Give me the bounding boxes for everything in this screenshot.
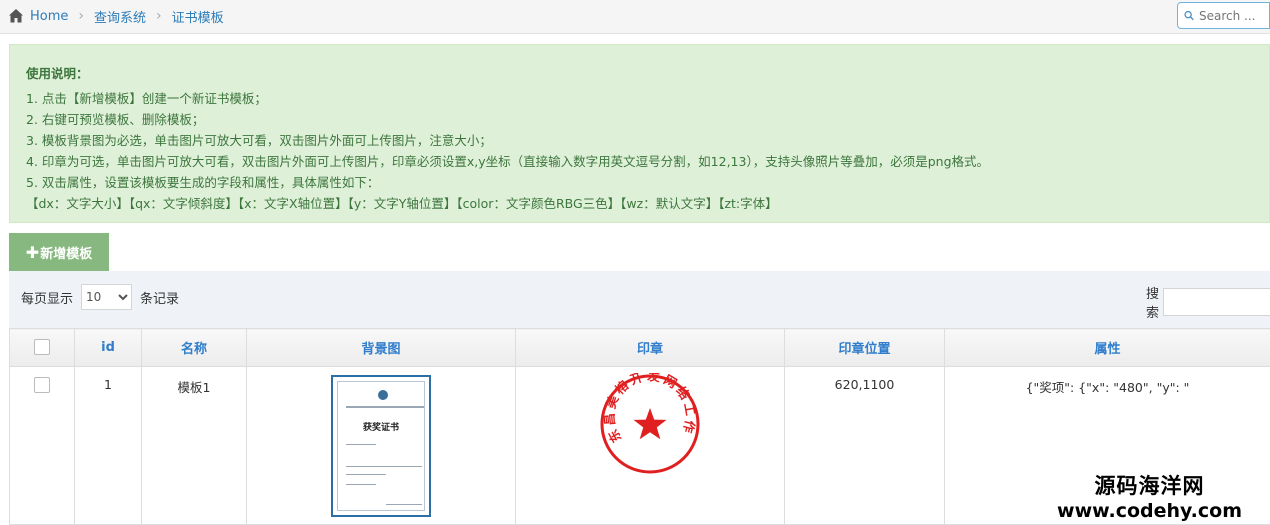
chevron-right-icon: › bbox=[156, 8, 162, 24]
column-header-background[interactable]: 背景图 bbox=[247, 329, 516, 367]
red-seal-stamp[interactable]: 东昌美榕开发网络工作室 bbox=[599, 373, 701, 475]
plus-icon: ✚ bbox=[26, 243, 39, 262]
certificate-text-line bbox=[346, 474, 386, 475]
badge-icon bbox=[378, 390, 388, 400]
certificate-text-line bbox=[346, 444, 376, 445]
column-header-attributes[interactable]: 属性 bbox=[945, 329, 1270, 367]
add-template-label: 新增模板 bbox=[40, 243, 92, 262]
table-controls: 每页显示 10 条记录 搜索 bbox=[9, 271, 1270, 328]
row-checkbox[interactable] bbox=[34, 377, 50, 393]
notice-line: 3. 模板背景图为必选，单击图片可放大可看，双击图片外面可上传图片，注意大小； bbox=[26, 130, 1253, 151]
watermark-cn: 源码海洋网 bbox=[1057, 470, 1242, 500]
cell-seal[interactable]: 东昌美榕开发网络工作室 bbox=[516, 367, 785, 525]
nav-search bbox=[1177, 2, 1270, 29]
column-header-seal[interactable]: 印章 bbox=[516, 329, 785, 367]
notice-line: 2. 右键可预览模板、删除模板； bbox=[26, 109, 1253, 130]
table-header-row: id 名称 背景图 印章 印章位置 属性 bbox=[10, 329, 1270, 367]
breadcrumb-home-link[interactable]: Home bbox=[30, 9, 68, 24]
breadcrumb-current[interactable]: 证书模板 bbox=[172, 7, 224, 26]
search-label: 搜索 bbox=[1146, 283, 1159, 321]
certificate-frame: 获奖证书 bbox=[337, 381, 425, 511]
cell-name: 模板1 bbox=[142, 367, 247, 525]
breadcrumb: Home › 查询系统 › 证书模板 bbox=[8, 6, 224, 26]
per-page-prefix: 每页显示 bbox=[21, 288, 73, 307]
per-page-suffix: 条记录 bbox=[140, 288, 179, 307]
row-select-cell[interactable] bbox=[10, 367, 75, 525]
page-length-control: 每页显示 10 条记录 bbox=[21, 284, 179, 310]
notice-line: 4. 印章为可选，单击图片可放大可看，双击图片外面可上传图片，印章必须设置x,y… bbox=[26, 151, 1253, 172]
nav-search-input[interactable] bbox=[1199, 9, 1269, 23]
table-filter: 搜索 bbox=[1146, 283, 1270, 321]
certificate-thumbnail[interactable]: 获奖证书 bbox=[331, 375, 431, 517]
column-header-name[interactable]: 名称 bbox=[142, 329, 247, 367]
cell-seal-position: 620,1100 bbox=[785, 367, 945, 525]
breadcrumb-bar: Home › 查询系统 › 证书模板 bbox=[0, 0, 1270, 34]
search-icon bbox=[1184, 9, 1194, 22]
notice-line: 1. 点击【新增模板】创建一个新证书模板； bbox=[26, 88, 1253, 109]
home-icon[interactable] bbox=[8, 8, 24, 24]
certificate-heading-line bbox=[346, 406, 424, 408]
add-template-button[interactable]: ✚ 新增模板 bbox=[9, 233, 109, 271]
cell-background-image[interactable]: 获奖证书 bbox=[247, 367, 516, 525]
select-all-checkbox[interactable] bbox=[34, 339, 50, 355]
seal-text: 东昌美榕开发网络工作室 bbox=[599, 373, 698, 445]
usage-notice: 使用说明： 1. 点击【新增模板】创建一个新证书模板； 2. 右键可预览模板、删… bbox=[9, 44, 1270, 223]
notice-line: 【dx：文字大小】【qx：文字倾斜度】【x：文字X轴位置】【y：文字Y轴位置】【… bbox=[26, 193, 1253, 214]
notice-line: 5. 双击属性，设置该模板要生成的字段和属性，具体属性如下： bbox=[26, 172, 1253, 193]
site-watermark: 源码海洋网 www.codehy.com bbox=[1057, 470, 1242, 522]
seal-text-path: 东昌美榕开发网络工作室 bbox=[599, 373, 698, 445]
notice-title: 使用说明： bbox=[26, 63, 1253, 84]
table-search-input[interactable] bbox=[1163, 288, 1270, 316]
star-icon bbox=[634, 408, 667, 439]
column-header-id[interactable]: id bbox=[75, 329, 142, 367]
chevron-right-icon: › bbox=[78, 8, 84, 24]
breadcrumb-query-system-link[interactable]: 查询系统 bbox=[94, 7, 146, 26]
certificate-title: 获奖证书 bbox=[338, 420, 424, 433]
certificate-signature-line bbox=[386, 504, 422, 505]
select-all-header[interactable] bbox=[10, 329, 75, 367]
per-page-select[interactable]: 10 bbox=[81, 284, 132, 310]
certificate-text-line bbox=[346, 466, 422, 467]
column-header-seal-position[interactable]: 印章位置 bbox=[785, 329, 945, 367]
cell-id: 1 bbox=[75, 367, 142, 525]
certificate-text-line bbox=[346, 484, 376, 485]
watermark-url: www.codehy.com bbox=[1057, 500, 1242, 522]
